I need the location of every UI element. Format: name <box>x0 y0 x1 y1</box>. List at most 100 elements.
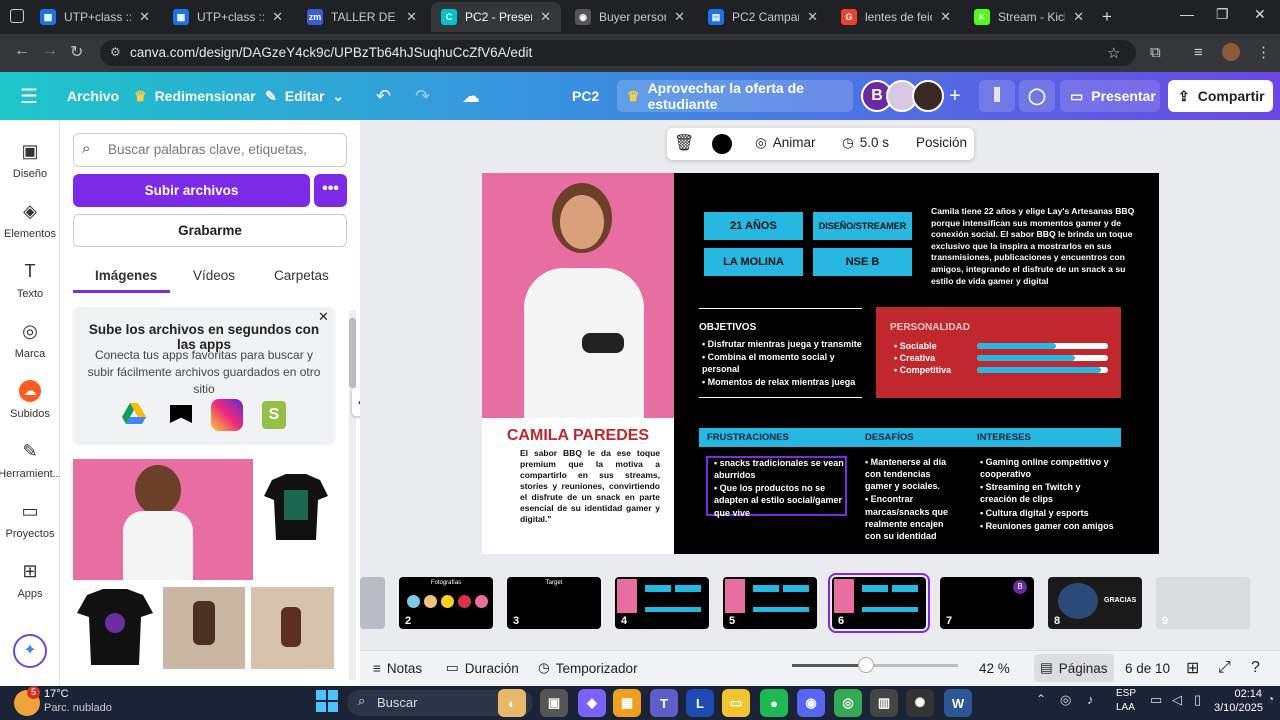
rail-item-elementos[interactable]: ◈ Elementos <box>0 200 60 241</box>
language[interactable]: ESP <box>1116 688 1136 699</box>
posicion-button[interactable]: Posición <box>916 135 967 150</box>
comment-icon[interactable]: ◯ <box>1019 80 1055 112</box>
rail-item-marca[interactable]: ◎ Marca <box>0 320 60 361</box>
duration-button[interactable]: ◷ 5.0 s <box>842 135 889 151</box>
tray-chevron-icon[interactable]: ⌃ <box>1036 692 1046 706</box>
editar-button[interactable]: ✎ Editar ⌄ <box>265 72 344 120</box>
store-icon[interactable]: ▦ <box>613 689 641 717</box>
bookmark-star-icon[interactable]: ☆ <box>1107 44 1120 62</box>
rail-item-subidos[interactable]: ☁ Subidos <box>0 380 60 420</box>
browser-tab[interactable]: ▤ PC2 Campañas ✕ <box>698 2 828 32</box>
clock-date[interactable]: 3/10/2025 <box>1214 702 1263 714</box>
reload-icon[interactable]: ↻ <box>70 42 83 62</box>
slide-canvas[interactable]: CAMILA PAREDES El sabor BBQ le da ese to… <box>482 173 1159 554</box>
record-button[interactable]: Grabarme <box>73 214 347 247</box>
rail-item-apps[interactable]: ⊞ Apps <box>0 560 60 601</box>
notas-button[interactable]: ≡ Notas <box>373 650 422 686</box>
browser-tab[interactable]: zm TALLER DE CAME ✕ <box>297 2 427 32</box>
close-tab-icon[interactable]: ✕ <box>139 9 150 25</box>
temporizador-button[interactable]: ◷ Temporizador <box>538 650 638 686</box>
help-icon[interactable]: ? <box>1251 650 1260 686</box>
task-view-icon[interactable]: ▣ <box>540 689 568 717</box>
tray-app-icon[interactable]: ◎ <box>1060 692 1071 708</box>
volume-icon[interactable]: ◁ <box>1172 692 1182 708</box>
thumbnail-page[interactable]: Fotografías 2 <box>399 577 493 629</box>
media-icon[interactable]: ≡ <box>1194 44 1203 61</box>
app-l-icon[interactable]: L <box>686 689 714 717</box>
shopify-icon[interactable]: S <box>262 401 286 429</box>
tab-carpetas[interactable]: Carpetas <box>274 268 329 283</box>
student-offer-button[interactable]: ♛ Aprovechar la oferta de estudiante <box>617 80 853 112</box>
browser-tab[interactable]: Glentes de feid - B ✕ <box>831 2 961 32</box>
thumbnail-page[interactable] <box>360 577 385 629</box>
file-explorer-icon[interactable]: ▭ <box>722 689 750 717</box>
animar-button[interactable]: ◎ Animar <box>755 135 816 151</box>
minimize-icon[interactable]: — <box>1180 6 1194 22</box>
uploaded-image-keychain[interactable] <box>163 587 245 669</box>
archivo-menu[interactable]: Archivo <box>67 72 119 120</box>
fullscreen-icon[interactable]: ⤢ <box>1218 650 1231 686</box>
battery-icon[interactable]: ▯ <box>1194 692 1201 708</box>
thumbnail-page[interactable]: 4 <box>615 577 709 629</box>
color-swatch[interactable] <box>712 134 732 154</box>
rail-item-texto[interactable]: T Texto <box>0 260 60 301</box>
tab-imagenes[interactable]: Imágenes <box>95 268 157 283</box>
maximize-icon[interactable]: ❐ <box>1216 6 1229 23</box>
add-collaborator-icon[interactable]: + <box>949 72 961 120</box>
language-layout[interactable]: LAA <box>1116 702 1135 713</box>
cloud-saved-icon[interactable]: ☁ <box>462 72 480 120</box>
uploaded-image-camila[interactable] <box>73 459 253 580</box>
close-window-icon[interactable]: ✕ <box>1254 6 1266 23</box>
close-tab-icon[interactable]: ✕ <box>940 9 951 25</box>
insights-chart-icon[interactable]: ⫼ <box>979 80 1015 112</box>
avatar[interactable] <box>912 80 944 112</box>
browser-tab[interactable]: ◉ Buyer persona g ✕ <box>565 2 695 32</box>
close-tab-icon[interactable]: ✕ <box>807 9 818 25</box>
uploaded-image-tshirt[interactable] <box>262 472 330 542</box>
zoom-level[interactable]: 42 % <box>979 650 1010 686</box>
new-tab-button[interactable]: + <box>1102 7 1112 27</box>
uploaded-image-keychain[interactable] <box>251 587 334 669</box>
word-icon[interactable]: W <box>944 689 972 717</box>
thumbnail-page[interactable]: 9 <box>1156 577 1250 629</box>
tab-search-icon[interactable] <box>10 9 24 23</box>
thumbnail-page[interactable]: 6 <box>828 573 930 633</box>
thumbnail-page[interactable]: B7 <box>940 577 1034 629</box>
discord-icon[interactable]: ◉ <box>797 689 825 717</box>
extensions-icon[interactable]: ⧉ <box>1150 44 1161 61</box>
browser-tab[interactable]: K Stream - Kick Da ✕ <box>964 2 1094 32</box>
clock-time[interactable]: 02:14 <box>1226 688 1262 700</box>
google-drive-icon[interactable] <box>121 402 147 426</box>
teams-icon[interactable]: T <box>650 689 678 717</box>
hamburger-icon[interactable]: ☰ <box>20 72 38 120</box>
frustraciones-list[interactable]: snacks tradicionales se vean aburridosQu… <box>714 457 846 520</box>
back-icon[interactable]: ← <box>14 42 30 60</box>
search-input[interactable]: Buscar palabras clave, etiquetas, colore… <box>73 133 347 189</box>
windows-start-icon[interactable] <box>316 690 338 712</box>
microphone-icon[interactable]: ♪ <box>1087 692 1094 707</box>
persona-photo[interactable] <box>482 173 674 418</box>
spotify-icon[interactable]: ● <box>760 689 788 717</box>
grid-view-icon[interactable]: ⊞ <box>1186 650 1199 686</box>
tab-videos[interactable]: Vídeos <box>193 268 235 283</box>
magic-assistant-icon[interactable]: ✦ <box>13 634 47 668</box>
copilot-icon[interactable]: ◆ <box>578 689 606 717</box>
chrome-icon[interactable]: ◎ <box>834 689 862 717</box>
thumbnail-page[interactable]: GRACIAS 8 <box>1048 577 1142 629</box>
instagram-icon[interactable] <box>211 399 243 431</box>
browser-tab[interactable]: ▦ UTP+class :: Cur ✕ <box>163 2 293 32</box>
redimensionar-button[interactable]: ♛ Redimensionar <box>134 72 256 120</box>
redo-icon[interactable]: ↷ <box>415 72 430 120</box>
thumbnail-page[interactable]: Target 3 <box>507 577 601 629</box>
rail-item-herramient[interactable]: ✎ Herramient... <box>0 440 62 481</box>
uploaded-image-tshirt[interactable] <box>73 587 157 669</box>
thumbnail-page[interactable]: 5 <box>723 577 817 629</box>
compartir-button[interactable]: ⇪ Compartir <box>1168 80 1273 112</box>
undo-icon[interactable]: ↶ <box>376 72 391 120</box>
close-tab-icon[interactable]: ✕ <box>540 9 551 25</box>
rail-item-diseo[interactable]: ▣ Diseño <box>0 140 60 181</box>
browser-menu-icon[interactable]: ⋮ <box>1256 43 1271 61</box>
close-tab-icon[interactable]: ✕ <box>272 9 283 25</box>
widgets-icon[interactable]: ◐ <box>498 689 526 717</box>
rail-item-proyectos[interactable]: ▭ Proyectos <box>0 500 60 541</box>
